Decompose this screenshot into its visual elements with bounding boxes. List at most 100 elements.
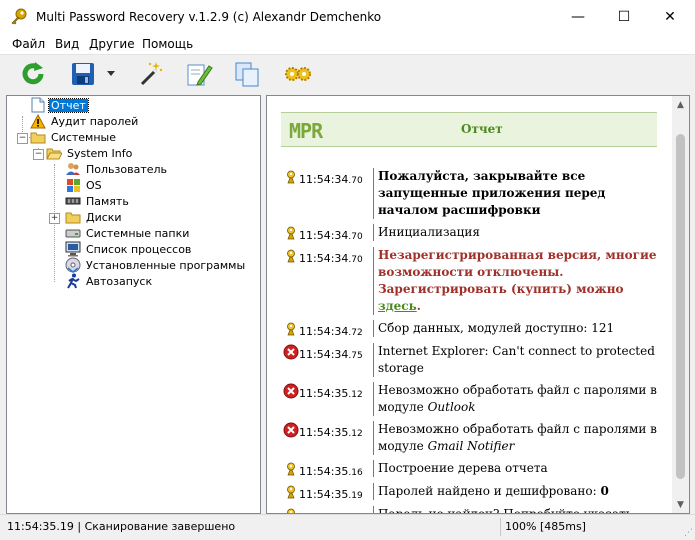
scroll-down-button[interactable]: ▼ <box>672 496 689 513</box>
error-icon <box>283 383 299 399</box>
log-message: Невозможно обработать файл с паролями в … <box>373 382 659 416</box>
info-key-icon <box>283 484 299 500</box>
magic-wand-icon[interactable] <box>135 59 165 89</box>
error-icon <box>283 344 299 360</box>
settings-gears-icon[interactable] <box>283 59 313 89</box>
tree-item-system[interactable]: Системные <box>30 129 118 145</box>
tree-item-memory[interactable]: Память <box>65 193 131 209</box>
log-time: 11:54:34.75 <box>299 348 363 361</box>
info-key-icon <box>283 321 299 337</box>
maximize-button[interactable]: ☐ <box>601 0 647 34</box>
log-entry: 11:54:35.16 Построение дерева отчета <box>283 460 659 478</box>
log-message: Пожалуйста, закрывайте все запущенные пр… <box>373 168 659 219</box>
dropdown-arrow-icon[interactable] <box>103 59 119 89</box>
app-key-icon <box>10 8 28 26</box>
info-key-icon <box>283 248 299 264</box>
tree-label: Пользователь <box>86 162 168 176</box>
report-title: Отчет <box>461 122 503 136</box>
tree-label: System Info <box>67 146 133 160</box>
menu-bar: Файл Вид Другие Помощь <box>0 34 695 55</box>
log-entry: 11:54:34.75 Internet Explorer: Can't conn… <box>283 343 659 377</box>
log-message: Паролей найдено и дешифровано: 0 <box>373 483 659 500</box>
log-message: Internet Explorer: Can't connect to prot… <box>373 343 659 377</box>
tree-item-report[interactable]: Отчет <box>30 97 89 113</box>
log-time: 11:54:35.12 <box>299 387 363 400</box>
scroll-up-button[interactable]: ▲ <box>672 96 689 113</box>
menu-help[interactable]: Помощь <box>142 37 193 51</box>
tree-label: Диски <box>86 210 122 224</box>
log-entry: 11:54:35.12 Невозможно обработать файл с … <box>283 421 659 455</box>
tree-item-audit[interactable]: Аудит паролей <box>30 113 140 129</box>
menu-file[interactable]: Файл <box>12 37 45 51</box>
tree-label: Отчет <box>48 97 89 113</box>
tree-item-system-folders[interactable]: Системные папки <box>65 225 191 241</box>
tree-label: Установленные программы <box>86 258 246 272</box>
save-icon[interactable] <box>68 59 98 89</box>
installer-disc-icon <box>65 257 81 273</box>
windows-logo-icon <box>65 177 81 193</box>
info-key-icon <box>283 169 299 185</box>
log-time: 11:54:35.16 <box>299 465 363 478</box>
tree-label: Системные <box>51 130 116 144</box>
report-log: 11:54:34.70 Пожалуйста, закрывайте все за… <box>283 168 659 513</box>
users-icon <box>65 161 81 177</box>
document-icon <box>30 97 46 113</box>
menu-view[interactable]: Вид <box>55 37 79 51</box>
log-entry: 11:54:34.70 Пожалуйста, закрывайте все за… <box>283 168 659 219</box>
log-message: Незарегистрированная версия, многие возм… <box>373 247 659 315</box>
computer-icon <box>65 241 81 257</box>
tree-item-installed-programs[interactable]: Установленные программы <box>65 257 247 273</box>
refresh-icon[interactable] <box>18 59 48 89</box>
report-panel[interactable]: MPR Отчет 11:54:34.70 Пожалуйста, закрыва… <box>266 95 690 514</box>
log-message: Пароль не найден? Попробуйте указать фай… <box>373 506 659 513</box>
tree-item-processes[interactable]: Список процессов <box>65 241 193 257</box>
tree-label: Память <box>86 194 129 208</box>
tree-item-system-info[interactable]: System Info <box>46 145 134 161</box>
menu-other[interactable]: Другие <box>89 37 135 51</box>
folder-icon <box>65 209 81 225</box>
tree-item-autorun[interactable]: Автозапуск <box>65 273 154 289</box>
resize-grip-icon[interactable]: ⋰ <box>684 528 693 538</box>
tree-item-os[interactable]: OS <box>65 177 104 193</box>
report-link[interactable]: здесь <box>378 299 417 313</box>
window-title: Multi Password Recovery v.1.2.9 (c) Alex… <box>36 10 382 24</box>
toolbar <box>0 55 695 93</box>
status-timing: 100% [485ms] <box>505 520 586 533</box>
log-message: Инициализация <box>373 224 659 241</box>
log-time: 11:54:34.70 <box>299 229 363 242</box>
minimize-button[interactable]: — <box>555 0 601 34</box>
log-entry: 11:54:34.70 Инициализация <box>283 224 659 242</box>
tree-label: Список процессов <box>86 242 192 256</box>
log-message: Невозможно обработать файл с паролями в … <box>373 421 659 455</box>
log-time: 11:54:35.12 <box>299 426 363 439</box>
log-message: Сбор данных, модулей доступно: 121 <box>373 320 659 337</box>
edit-icon[interactable] <box>184 59 214 89</box>
report-header: MPR Отчет <box>281 112 657 147</box>
memory-chip-icon <box>65 193 81 209</box>
log-entry: 11:54:34.72 Сбор данных, модулей доступно… <box>283 320 659 338</box>
folder-open-icon <box>46 145 62 161</box>
log-time: 11:54:35.19 <box>299 488 363 501</box>
tree-expand-toggle[interactable]: + <box>49 213 60 224</box>
status-message: 11:54:35.19 | Сканирование завершено <box>7 520 236 533</box>
tree-label: Автозапуск <box>86 274 153 288</box>
log-entry: 11:54:35.12 Невозможно обработать файл с … <box>283 382 659 416</box>
info-key-icon <box>283 507 299 513</box>
status-separator <box>500 518 501 536</box>
close-button[interactable]: ✕ <box>647 0 693 34</box>
vertical-scrollbar[interactable]: ▲ ▼ <box>672 96 689 513</box>
log-entry: 11:54:34.70 Незарегистрированная версия, … <box>283 247 659 315</box>
folder-icon <box>30 129 46 145</box>
log-time: 11:54:35.19 <box>299 506 371 513</box>
mpr-logo: MPR <box>289 119 323 143</box>
tree-item-disks[interactable]: Диски <box>65 209 124 225</box>
copy-icon[interactable] <box>232 59 262 89</box>
tree-label: OS <box>86 178 102 192</box>
log-message: Построение дерева отчета <box>373 460 659 477</box>
tree-panel[interactable]: Отчет Аудит паролей − Системные − System… <box>6 95 261 514</box>
tree-item-user[interactable]: Пользователь <box>65 161 169 177</box>
scroll-thumb[interactable] <box>676 134 685 479</box>
title-bar: Multi Password Recovery v.1.2.9 (c) Alex… <box>0 0 695 34</box>
tree-collapse-toggle[interactable]: − <box>33 149 44 160</box>
tree-collapse-toggle[interactable]: − <box>17 133 28 144</box>
